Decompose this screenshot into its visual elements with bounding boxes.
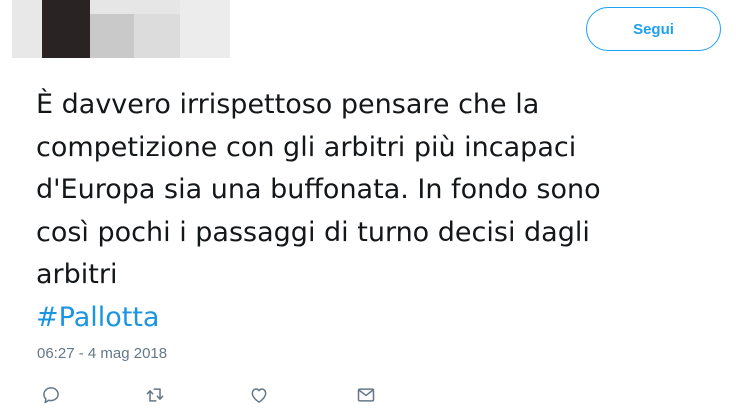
tweet-text-line: d'Europa sia una buffonata. In fondo son… — [36, 174, 601, 205]
tweet-timestamp[interactable]: 06:27 - 4 mag 2018 — [37, 345, 167, 362]
tweet-actions — [0, 378, 736, 408]
tweet-text-line: competizione con gli arbitri più incapac… — [36, 131, 577, 163]
profile-header: Segui — [0, 0, 736, 70]
reply-icon[interactable] — [40, 384, 62, 406]
tweet-text-line: arbitri — [36, 259, 118, 290]
blurred-avatar[interactable] — [42, 0, 90, 58]
direct-message-icon[interactable] — [355, 384, 377, 406]
tweet-text-line: È davvero irrispettoso pensare che la — [36, 89, 540, 120]
hashtag-link[interactable]: #Pallotta — [36, 302, 159, 333]
blurred-name-area — [90, 0, 180, 14]
tweet-text-line: così pochi i passaggi di turno decisi da… — [36, 216, 590, 248]
retweet-icon[interactable] — [144, 384, 166, 406]
blurred-name-area — [180, 0, 230, 58]
tweet-text: È davvero irrispettoso pensare che la co… — [36, 84, 726, 339]
follow-button[interactable]: Segui — [586, 7, 721, 51]
blurred-profile-area — [12, 0, 42, 58]
like-icon[interactable] — [248, 384, 270, 406]
